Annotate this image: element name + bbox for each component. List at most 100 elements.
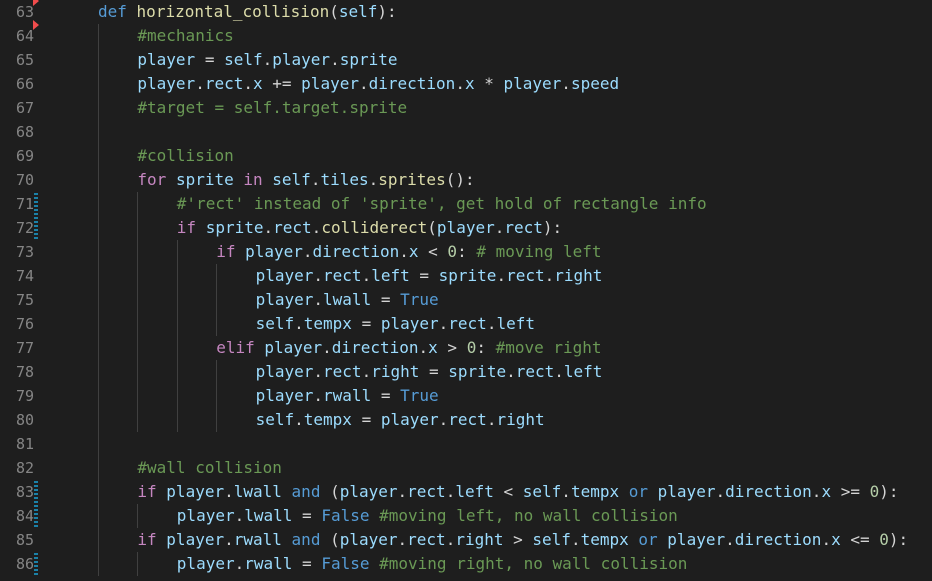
code-line[interactable]: 79 player.rwall = True	[0, 384, 932, 408]
code-line[interactable]: 86 player.rwall = False #moving right, no…	[0, 552, 932, 576]
code-line[interactable]: 69 #collision	[0, 144, 932, 168]
indent-guide	[176, 384, 178, 408]
code-editor[interactable]: 63 def horizontal_collision(self): 64 #mech…	[0, 0, 932, 581]
code-line[interactable]: 74 player.rect.left = sprite.rect.right	[0, 264, 932, 288]
code-token: .	[725, 530, 735, 549]
code-line[interactable]: 84 player.lwall = False #moving left, no …	[0, 504, 932, 528]
indent-guide	[98, 264, 99, 288]
indent-guide	[98, 408, 99, 432]
code-line[interactable]: 67 #target = self.target.sprite	[0, 96, 932, 120]
line-number: 72	[15, 219, 34, 237]
code-token: sprites	[378, 170, 446, 189]
code-line[interactable]: 85 if player.rwall and (player.rect.right…	[0, 528, 932, 552]
code-token: .	[234, 554, 245, 573]
code-line[interactable]: 75 player.lwall = True	[0, 288, 932, 312]
code-text: if player.direction.x < 0: # moving left	[216, 240, 601, 264]
code-line[interactable]: 77 elif player.direction.x > 0: #move rig…	[0, 336, 932, 360]
deleted-lines-marker[interactable]	[33, 20, 39, 30]
code-token: if	[137, 530, 157, 549]
deleted-lines-marker[interactable]	[33, 0, 39, 6]
indent-guide	[176, 312, 178, 336]
code-line[interactable]: 78 player.rect.right = sprite.rect.left	[0, 360, 932, 384]
code-text: for sprite in self.tiles.sprites():	[137, 168, 474, 192]
indent-guide	[137, 408, 139, 432]
code-line[interactable]: 76 self.tempx = player.rect.left	[0, 312, 932, 336]
code-token: x	[821, 482, 832, 501]
code-line[interactable]: 65 player = self.player.sprite	[0, 48, 932, 72]
modified-line-marker[interactable]	[34, 505, 38, 527]
code-token: player	[503, 74, 562, 93]
code-text: def horizontal_collision(self):	[98, 0, 397, 24]
code-token: player	[255, 362, 314, 381]
code-token: 0	[879, 530, 889, 549]
indent-guide	[216, 264, 218, 288]
indent-guide	[98, 552, 99, 576]
indent-guide	[98, 384, 99, 408]
code-text: if player.rwall and (player.rect.right >…	[137, 528, 908, 552]
code-line[interactable]: 71 #'rect' instead of 'sprite', get hold …	[0, 192, 932, 216]
indent-guide	[137, 336, 139, 360]
line-number: 81	[15, 435, 34, 453]
code-token: .	[302, 242, 313, 261]
modified-line-marker[interactable]	[34, 217, 38, 239]
code-token: player	[255, 386, 314, 405]
code-token: .	[494, 218, 505, 237]
code-line[interactable]: 81	[0, 432, 932, 456]
code-token: >	[503, 530, 533, 549]
code-line[interactable]: 72 if sprite.rect.colliderect(player.rect…	[0, 216, 932, 240]
modified-line-marker[interactable]	[34, 553, 38, 575]
code-token: True	[400, 290, 439, 309]
code-token: True	[400, 386, 439, 405]
code-token: .	[438, 314, 449, 333]
line-number: 79	[15, 387, 34, 405]
code-token: .	[368, 170, 379, 189]
indent-guide	[176, 336, 178, 360]
indent-guide	[137, 384, 139, 408]
code-token: right	[371, 362, 420, 381]
code-token: player	[137, 74, 196, 93]
code-line[interactable]: 73 if player.direction.x < 0: # moving le…	[0, 240, 932, 264]
indent-guide	[98, 48, 99, 72]
code-token: x	[831, 530, 841, 549]
code-token: rwall	[323, 386, 372, 405]
code-line[interactable]: 68	[0, 120, 932, 144]
code-token: lwall	[233, 482, 282, 501]
indent-guide	[216, 384, 218, 408]
code-token: x	[408, 242, 419, 261]
indent-guide	[137, 504, 139, 528]
modified-line-marker[interactable]	[34, 481, 38, 503]
code-text: player.rect.x += player.direction.x * pl…	[137, 72, 619, 96]
code-token: .	[715, 482, 726, 501]
code-token: player	[264, 338, 323, 357]
code-token: .	[262, 50, 273, 69]
code-token: rwall	[233, 530, 282, 549]
code-line[interactable]: 70 for sprite in self.tiles.sprites():	[0, 168, 932, 192]
code-line[interactable]: 82 #wall collision	[0, 456, 932, 480]
code-token: 0	[447, 242, 458, 261]
code-token: .	[554, 362, 564, 381]
code-line[interactable]: 80 self.tempx = player.rect.right	[0, 408, 932, 432]
code-token: #target = self.target.sprite	[137, 98, 408, 117]
code-token: left	[563, 362, 603, 381]
code-line[interactable]: 64 #mechanics	[0, 20, 932, 48]
code-token: player	[137, 50, 196, 69]
modified-line-marker[interactable]	[34, 193, 38, 215]
code-token: :	[457, 242, 477, 261]
code-token: rect	[407, 482, 446, 501]
code-token: direction	[725, 482, 812, 501]
code-line[interactable]: 83 if player.lwall and (player.rect.left …	[0, 480, 932, 504]
code-token: :	[476, 338, 496, 357]
line-number: 68	[15, 123, 34, 141]
code-token: .	[313, 266, 324, 285]
code-token: self	[532, 530, 571, 549]
indent-guide	[137, 312, 139, 336]
code-token: #moving left, no wall collision	[379, 506, 678, 525]
code-token: and	[291, 530, 321, 549]
code-token: .	[570, 530, 581, 549]
code-line[interactable]: 63 def horizontal_collision(self):	[0, 0, 932, 24]
code-token: rect	[273, 218, 312, 237]
code-token: self	[338, 2, 378, 21]
code-line[interactable]: 66 player.rect.x += player.direction.x * …	[0, 72, 932, 96]
